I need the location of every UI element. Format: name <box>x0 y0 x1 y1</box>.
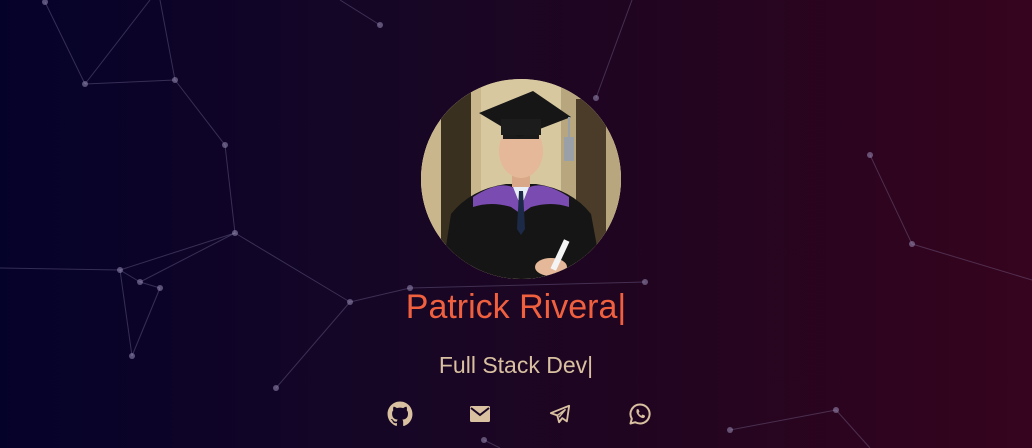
mail-icon <box>470 406 490 422</box>
telegram-link[interactable] <box>546 400 574 428</box>
telegram-icon <box>549 404 571 424</box>
github-link[interactable] <box>386 400 414 428</box>
profile-role: Full Stack Dev| <box>0 350 1032 380</box>
typing-cursor: | <box>617 288 627 326</box>
profile-name-text: Patrick Rivera <box>405 288 618 326</box>
whatsapp-link[interactable] <box>626 400 654 428</box>
hero-section: Patrick Rivera| Full Stack Dev| <box>0 0 1032 448</box>
whatsapp-icon <box>629 403 651 425</box>
typing-cursor: | <box>587 352 594 378</box>
graduation-portrait-image <box>421 79 621 279</box>
profile-avatar <box>421 79 621 279</box>
profile-name: Patrick Rivera| <box>0 286 1032 328</box>
github-icon <box>387 401 413 427</box>
profile-role-text: Full Stack Dev <box>438 352 588 378</box>
email-link[interactable] <box>466 400 494 428</box>
